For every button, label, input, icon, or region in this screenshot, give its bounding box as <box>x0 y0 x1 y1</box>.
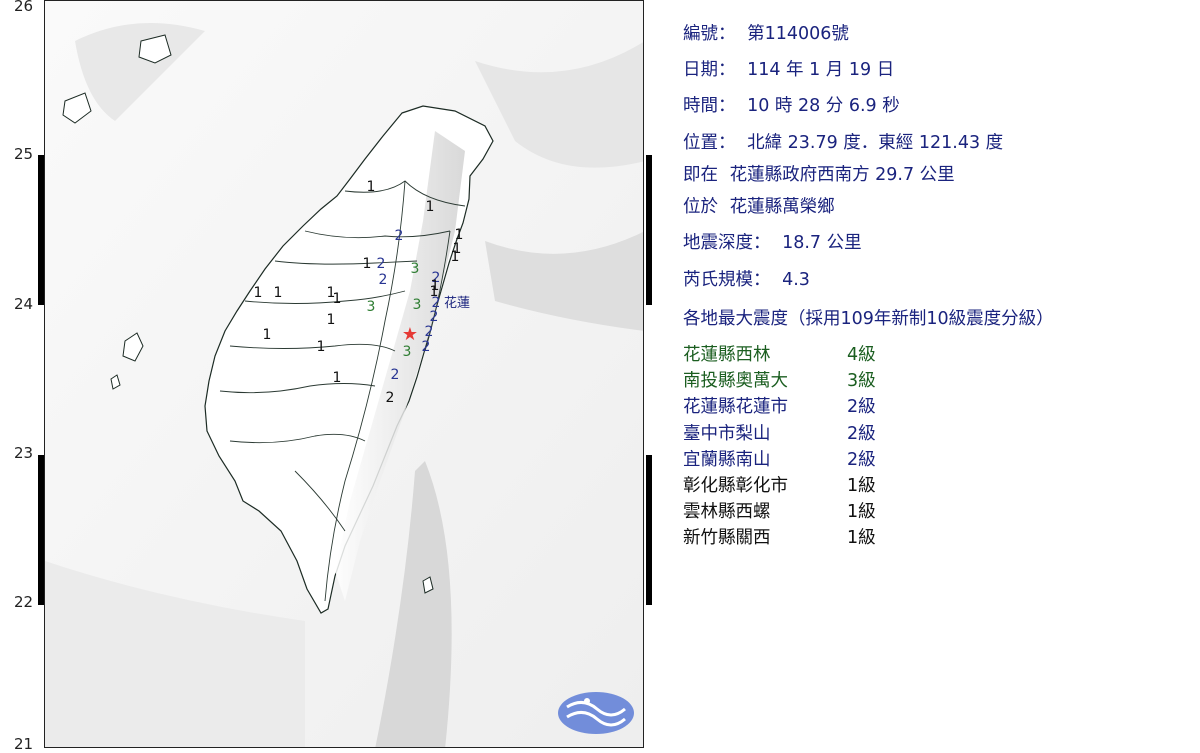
report-township-prefix: 位於 <box>683 197 718 217</box>
site-name: 南投縣奧萬大 <box>683 371 788 392</box>
latitude-label-23: 23 <box>14 444 34 462</box>
station-value: 2 <box>422 339 431 355</box>
cwa-logo <box>558 692 634 734</box>
place-label-hualien: 花蓮 <box>444 295 470 311</box>
site-level: 3級 <box>847 371 876 392</box>
report-magnitude-row: 芮氏規模： 4.3 <box>683 270 810 290</box>
site-level: 4級 <box>847 345 876 365</box>
station-value: 1 <box>254 285 263 301</box>
station-value: 1 <box>263 327 272 343</box>
station-value: 3 <box>367 299 376 315</box>
report-location-row: 位置： 北緯 23.79 度．東經 121.43 度 <box>683 133 1004 153</box>
station-value: 3 <box>403 344 412 360</box>
report-township-row: 位於 花蓮縣萬榮鄉 <box>683 197 835 217</box>
report-time-value: 10 時 28 分 6.9 秒 <box>747 96 900 116</box>
site-level: 1級 <box>847 502 876 523</box>
site-name: 花蓮縣花蓮市 <box>683 397 788 418</box>
site-level: 2級 <box>847 397 876 418</box>
report-location-value: 北緯 23.79 度．東經 121.43 度 <box>747 133 1004 153</box>
site-level: 2級 <box>847 449 876 470</box>
site-name: 花蓮縣西林 <box>683 345 771 365</box>
report-depth-label: 地震深度： <box>683 233 771 253</box>
site-name: 新竹縣關西 <box>683 528 771 549</box>
station-value: 1 <box>333 370 342 386</box>
site-name: 臺中市梨山 <box>683 423 771 444</box>
report-time-label: 時間： <box>683 96 736 116</box>
site-level: 1級 <box>847 476 876 496</box>
report-depth-row: 地震深度： 18.7 公里 <box>683 233 862 253</box>
station-value: 2 <box>425 324 434 340</box>
intensity-heading: 各地最大震度（採用109年新制10級震度分級） <box>683 309 1054 329</box>
map-svg: 1 1 1 1 1 2 1 2 3 2 1 1 1 2 1 1 2 3 3 2 … <box>45 1 643 747</box>
intensity-map: 1 1 1 1 1 2 1 2 3 2 1 1 1 2 1 1 2 3 3 2 … <box>44 0 644 748</box>
station-value: 1 <box>451 249 460 265</box>
station-value: 2 <box>391 367 400 383</box>
station-value: 1 <box>327 312 336 328</box>
site-level: 1級 <box>847 528 876 549</box>
report-date-row: 日期： 114 年 1 月 19 日 <box>683 60 895 80</box>
report-date-value: 114 年 1 月 19 日 <box>747 60 895 80</box>
lat-bar-right-2 <box>646 455 652 605</box>
report-depth-value: 18.7 公里 <box>782 233 862 253</box>
report-date-label: 日期： <box>683 60 736 80</box>
site-name: 雲林縣西螺 <box>683 502 771 523</box>
station-value: 1 <box>317 339 326 355</box>
station-value: 1 <box>426 199 435 215</box>
latitude-label-21: 21 <box>14 735 34 753</box>
latitude-label-22: 22 <box>14 593 34 611</box>
report-number-row: 編號： 第114006號 <box>683 24 849 44</box>
station-value: 1 <box>363 256 372 272</box>
station-value: 1 <box>274 285 283 301</box>
station-value: 2 <box>377 256 386 272</box>
lat-bar-right-1 <box>646 155 652 305</box>
station-value: 1 <box>333 291 342 307</box>
report-time-row: 時間： 10 時 28 分 6.9 秒 <box>683 96 900 116</box>
station-value: 2 <box>386 390 395 406</box>
report-number-label: 編號： <box>683 24 736 44</box>
report-relative-prefix: 即在 <box>683 165 718 185</box>
report-magnitude-value: 4.3 <box>782 270 810 290</box>
site-level: 2級 <box>847 423 876 444</box>
report-location-label: 位置： <box>683 133 736 153</box>
latitude-label-25: 25 <box>14 145 34 163</box>
report-relative-row: 即在 花蓮縣政府西南方 29.7 公里 <box>683 165 955 185</box>
report-magnitude-label: 芮氏規模： <box>683 270 771 290</box>
station-value: 1 <box>431 278 440 294</box>
latitude-label-26: 26 <box>14 0 34 15</box>
latitude-label-24: 24 <box>14 295 34 313</box>
station-value: 2 <box>379 272 388 288</box>
report-township-value: 花蓮縣萬榮鄉 <box>729 197 835 217</box>
station-value: 1 <box>367 179 376 195</box>
station-value: 2 <box>430 309 439 325</box>
epicenter-star-icon: ★ <box>402 324 418 345</box>
report-number-value: 第114006號 <box>747 24 849 44</box>
station-value: 2 <box>395 228 404 244</box>
site-name: 宜蘭縣南山 <box>683 449 771 470</box>
report-relative-value: 花蓮縣政府西南方 29.7 公里 <box>729 165 955 185</box>
station-value: 3 <box>411 261 420 277</box>
station-value: 3 <box>413 297 422 313</box>
site-name: 彰化縣彰化市 <box>683 476 788 496</box>
